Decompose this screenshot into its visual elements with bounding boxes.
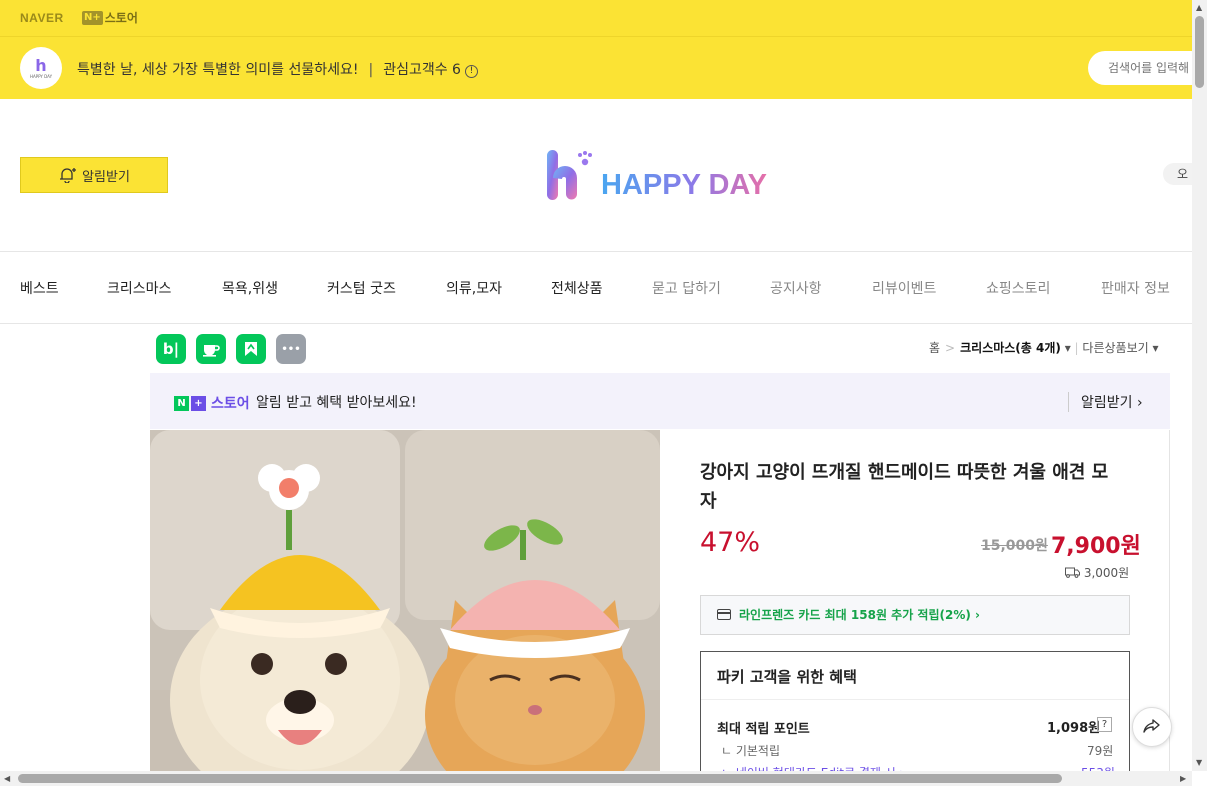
vertical-scrollbar[interactable] bbox=[1192, 0, 1207, 771]
naver-logo[interactable]: NAVER bbox=[20, 11, 64, 25]
tagline-separator: | bbox=[368, 62, 374, 78]
bookmark-icon bbox=[245, 342, 257, 356]
nav-item-qna[interactable]: 묻고 답하기 bbox=[652, 278, 721, 298]
store-logo-mark: h bbox=[35, 55, 47, 75]
nplus-store-label: 스토어 bbox=[104, 11, 138, 25]
nplus-store-link[interactable]: N+ 스토어 bbox=[82, 9, 138, 26]
nav-item-all-products[interactable]: 전체상품 bbox=[551, 278, 603, 298]
follower-count: 관심고객수 6 bbox=[383, 62, 461, 78]
card-benefit-text: 라인프렌즈 카드 최대 158원 추가 적립(2%) › bbox=[739, 608, 980, 622]
vertical-scrollbar-thumb[interactable] bbox=[1195, 16, 1204, 88]
max-point-value: 1,098원 bbox=[1047, 721, 1101, 736]
breadcrumb: 홈 > 크리스마스(총 4개) ▾ | 다른상품보기 ▾ bbox=[929, 339, 1159, 356]
blog-share-icon[interactable]: b| bbox=[156, 334, 186, 364]
original-price: 15,000원 bbox=[981, 538, 1048, 554]
benefit-divider bbox=[701, 699, 1129, 700]
chevron-down-icon: ▾ bbox=[1148, 341, 1159, 355]
bookmark-share-icon[interactable] bbox=[236, 334, 266, 364]
nav-item-custom-goods[interactable]: 커스텀 굿즈 bbox=[327, 278, 396, 298]
nav-item-notice[interactable]: 공지사항 bbox=[770, 278, 822, 298]
store-logo-text: HAPPY DAY bbox=[29, 73, 53, 79]
product-title: 강아지 고양이 뜨개질 핸드메이드 따뜻한 겨울 애견 모자 bbox=[700, 462, 1109, 512]
basic-point-value: 79원 bbox=[1087, 744, 1114, 758]
plus-badge: + bbox=[191, 395, 206, 411]
page: NAVER N+ 스토어 h HAPPY DAY 특별한 날, 세상 가장 특별… bbox=[0, 0, 1207, 786]
breadcrumb-home[interactable]: 홈 bbox=[929, 341, 940, 355]
nav-item-best[interactable]: 베스트 bbox=[20, 278, 59, 298]
notice-message: 알림 받고 혜택 받아보세요! bbox=[256, 395, 417, 411]
breadcrumb-current[interactable]: 크리스마스(총 4개) bbox=[960, 341, 1061, 355]
nplus-store-badge: N + 스토어 bbox=[174, 393, 250, 413]
sale-price: 7,900원 bbox=[1051, 534, 1141, 559]
store-profile-logo[interactable]: h HAPPY DAY bbox=[20, 47, 62, 89]
help-icon[interactable]: ? bbox=[1097, 717, 1112, 732]
breadcrumb-separator-icon: > bbox=[945, 341, 956, 355]
n-badge: N bbox=[174, 395, 189, 411]
breadcrumb-divider: | bbox=[1074, 341, 1079, 355]
nplus-store-name: 스토어 bbox=[211, 396, 250, 412]
cafe-share-icon[interactable] bbox=[196, 334, 226, 364]
horizontal-scrollbar-thumb[interactable] bbox=[18, 774, 1062, 783]
nav-item-christmas[interactable]: 크리스마스 bbox=[107, 278, 171, 298]
nav-item-review-event[interactable]: 리뷰이벤트 bbox=[872, 278, 936, 298]
scroll-left-arrow-icon[interactable]: ◀ bbox=[4, 774, 10, 783]
more-share-icon[interactable]: ••• bbox=[276, 334, 306, 364]
scroll-right-arrow-icon[interactable]: ▶ bbox=[1180, 774, 1186, 783]
happy-day-logo[interactable]: HAPPY DAY bbox=[545, 148, 767, 202]
store-tagline: 특별한 날, 세상 가장 특별한 의미를 선물하세요! | 관심고객수 6! bbox=[77, 59, 478, 79]
nplus-badge: N+ bbox=[82, 10, 103, 25]
benefit-title: 파키 고객을 위한 혜택 bbox=[717, 668, 857, 686]
logo-wordmark: HAPPY DAY bbox=[601, 169, 768, 201]
nav-item-seller-info[interactable]: 판매자 정보 bbox=[1101, 278, 1170, 298]
search-input[interactable] bbox=[1088, 51, 1207, 85]
discount-rate: 47% bbox=[700, 527, 761, 558]
happy-day-h-icon bbox=[547, 150, 592, 200]
basic-point-label: ㄴ 기본적립 bbox=[721, 744, 781, 758]
share-icon bbox=[1143, 719, 1160, 733]
info-icon[interactable]: ! bbox=[464, 65, 478, 78]
nplus-notice-banner: N + 스토어 알림 받고 혜택 받아보세요! 알림받기 › bbox=[150, 373, 1170, 429]
notice-alarm-button[interactable]: 알림받기 › bbox=[1068, 392, 1143, 412]
other-products-link[interactable]: 다른상품보기 bbox=[1082, 341, 1148, 355]
share-icons: b| ••• bbox=[156, 334, 306, 364]
scroll-down-arrow-icon[interactable]: ▼ bbox=[1196, 758, 1202, 767]
shipping-fee-value: 3,000원 bbox=[1083, 566, 1130, 580]
nav-item-bath[interactable]: 목욕,위생 bbox=[222, 278, 278, 298]
chevron-down-icon: ▾ bbox=[1060, 341, 1075, 355]
tagline-text: 특별한 날, 세상 가장 특별한 의미를 선물하세요! bbox=[77, 62, 359, 78]
credit-card-icon bbox=[717, 609, 731, 620]
alarm-subscribe-button[interactable]: 알림받기 bbox=[20, 157, 168, 193]
card-benefit-link[interactable]: 라인프렌즈 카드 최대 158원 추가 적립(2%) › bbox=[700, 595, 1130, 635]
nav-item-shopping-story[interactable]: 쇼핑스토리 bbox=[986, 278, 1050, 298]
product-photo-illustration bbox=[150, 430, 660, 775]
max-point-label: 최대 적립 포인트 bbox=[717, 722, 810, 737]
product-detail-panel: 강아지 고양이 뜨개질 핸드메이드 따뜻한 겨울 애견 모자 47% 15,00… bbox=[659, 430, 1170, 781]
truck-icon bbox=[1065, 567, 1080, 578]
category-nav: 베스트 크리스마스 목욕,위생 커스텀 굿즈 의류,모자 전체상품 묻고 답하기… bbox=[0, 251, 1192, 324]
nav-item-clothing[interactable]: 의류,모자 bbox=[446, 278, 502, 298]
cup-icon bbox=[203, 345, 220, 357]
bell-plus-icon bbox=[60, 168, 77, 183]
product-image[interactable] bbox=[150, 430, 660, 775]
share-button[interactable] bbox=[1132, 707, 1172, 747]
shipping-fee: 3,000원 bbox=[1065, 564, 1129, 581]
naver-top-bar: NAVER N+ 스토어 bbox=[0, 0, 1192, 37]
customer-benefit-box: 파키 고객을 위한 혜택 최대 적립 포인트 1,098원 ? ㄴ 기본적립 7… bbox=[700, 651, 1130, 781]
scroll-up-arrow-icon[interactable]: ▲ bbox=[1196, 3, 1202, 12]
alarm-label: 알림받기 bbox=[82, 169, 130, 185]
store-brand-bar: h HAPPY DAY 특별한 날, 세상 가장 특별한 의미를 선물하세요! |… bbox=[0, 37, 1207, 99]
